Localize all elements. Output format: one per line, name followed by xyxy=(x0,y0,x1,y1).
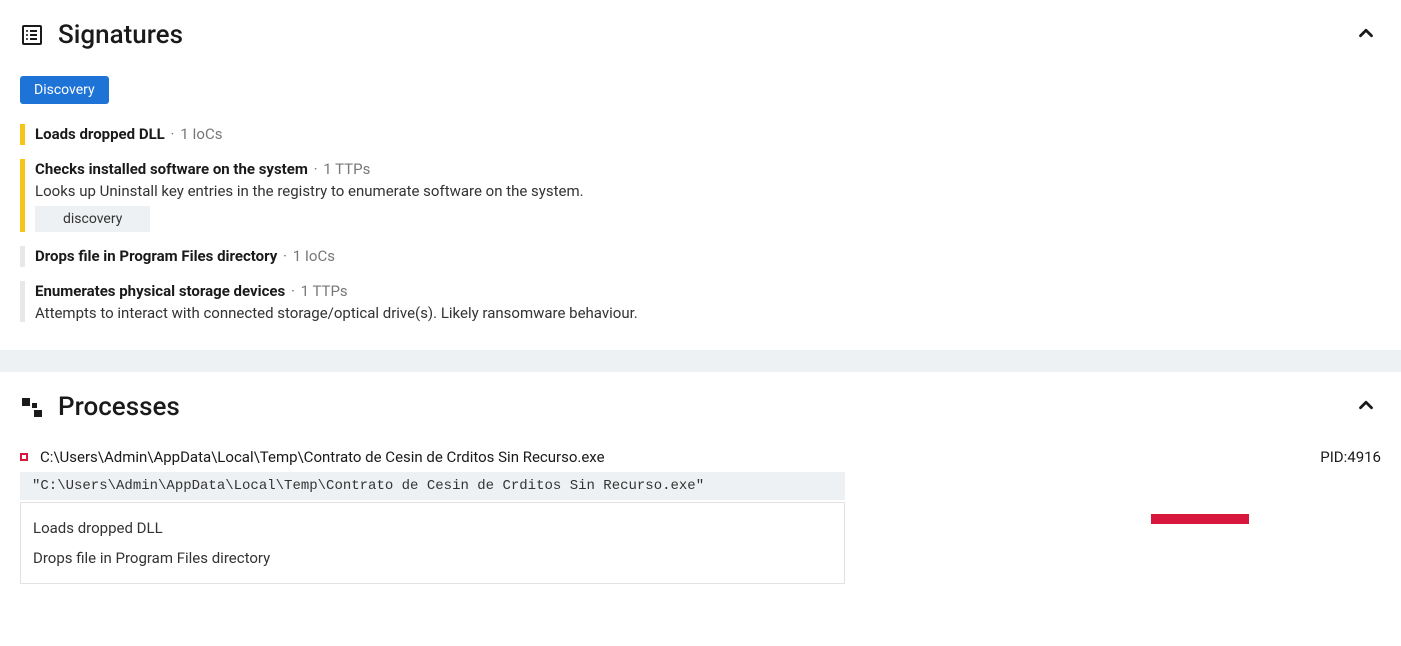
signature-item[interactable]: Drops file in Program Files directory · … xyxy=(20,246,1381,267)
signature-item[interactable]: Checks installed software on the system … xyxy=(20,159,1381,232)
process-header-left: C:\Users\Admin\AppData\Local\Temp\Contra… xyxy=(20,448,605,466)
signatures-section: Signatures Discovery Loads dropped DLL ·… xyxy=(0,0,1401,350)
collapse-processes-button[interactable] xyxy=(1351,390,1381,424)
signature-description: Looks up Uninstall key entries in the re… xyxy=(35,182,1381,200)
signature-tag[interactable]: discovery xyxy=(35,206,150,232)
process-signatures: Loads dropped DLL Drops file in Program … xyxy=(20,502,845,584)
collapse-signatures-button[interactable] xyxy=(1351,18,1381,52)
timeline-segment[interactable] xyxy=(1151,514,1249,524)
signature-list: Loads dropped DLL · 1 IoCs Checks instal… xyxy=(20,124,1381,322)
signature-description: Attempts to interact with connected stor… xyxy=(35,304,1381,322)
process-signature-row[interactable]: Loads dropped DLL xyxy=(21,513,844,543)
signature-meta: 1 TTPs xyxy=(301,282,348,300)
signature-meta: 1 IoCs xyxy=(180,125,222,143)
processes-section: Processes C:\Users\Admin\AppData\Local\T… xyxy=(0,372,1401,612)
list-icon xyxy=(20,23,44,47)
signature-title: Checks installed software on the system xyxy=(35,160,308,178)
process-path: C:\Users\Admin\AppData\Local\Temp\Contra… xyxy=(40,448,605,466)
processes-header: Processes xyxy=(20,390,1381,424)
process-commandline: "C:\Users\Admin\AppData\Local\Temp\Contr… xyxy=(20,472,845,500)
process-severity-indicator xyxy=(20,453,28,461)
signatures-header: Signatures xyxy=(20,18,1381,52)
signature-title: Enumerates physical storage devices xyxy=(35,282,285,300)
signatures-title-wrap: Signatures xyxy=(20,20,183,50)
process-signature-row[interactable]: Drops file in Program Files directory xyxy=(21,543,844,573)
processes-title: Processes xyxy=(58,392,180,422)
process-header[interactable]: C:\Users\Admin\AppData\Local\Temp\Contra… xyxy=(20,448,1381,466)
signatures-title: Signatures xyxy=(58,20,183,50)
signature-meta: 1 IoCs xyxy=(293,247,335,265)
processes-title-wrap: Processes xyxy=(20,392,180,422)
filter-badge-discovery[interactable]: Discovery xyxy=(20,76,109,104)
process-pid: PID:4916 xyxy=(1320,448,1381,466)
signature-title: Loads dropped DLL xyxy=(35,125,165,143)
signature-title: Drops file in Program Files directory xyxy=(35,247,277,265)
tree-icon xyxy=(20,395,44,419)
section-divider xyxy=(0,350,1401,372)
signature-meta: 1 TTPs xyxy=(323,160,370,178)
signature-item[interactable]: Enumerates physical storage devices · 1 … xyxy=(20,281,1381,322)
signature-item[interactable]: Loads dropped DLL · 1 IoCs xyxy=(20,124,1381,145)
